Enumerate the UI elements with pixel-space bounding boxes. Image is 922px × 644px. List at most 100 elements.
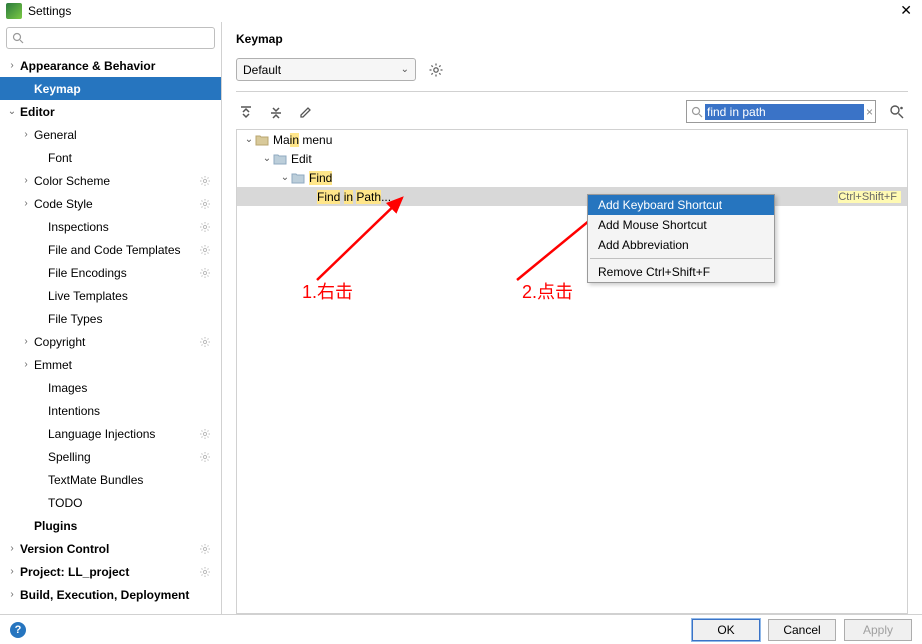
sidebar-item-language-injections[interactable]: Language Injections xyxy=(0,422,221,445)
sidebar-item-code-style[interactable]: ›Code Style xyxy=(0,192,221,215)
apply-button[interactable]: Apply xyxy=(844,619,912,641)
sidebar-item-label: General xyxy=(32,128,213,142)
gear-icon xyxy=(199,543,213,555)
sidebar-item-label: Inspections xyxy=(46,220,199,234)
sidebar-item-label: TextMate Bundles xyxy=(46,473,213,487)
sidebar-item-label: Images xyxy=(46,381,213,395)
menu-add-mouse-shortcut[interactable]: Add Mouse Shortcut xyxy=(588,215,774,235)
sidebar-tree: ›Appearance & BehaviorKeymap⌄Editor›Gene… xyxy=(0,54,221,614)
sidebar-item-project-ll-project[interactable]: ›Project: LL_project xyxy=(0,560,221,583)
sidebar-item-todo[interactable]: TODO xyxy=(0,491,221,514)
expand-all-button[interactable] xyxy=(236,102,256,122)
chevron-icon: › xyxy=(6,566,18,577)
chevron-down-icon: ⌄ xyxy=(261,153,273,164)
actions-search-input[interactable] xyxy=(705,104,864,120)
sidebar-item-font[interactable]: Font xyxy=(0,146,221,169)
sidebar-item-label: Build, Execution, Deployment xyxy=(18,588,213,602)
sidebar-item-build-execution-deployment[interactable]: ›Build, Execution, Deployment xyxy=(0,583,221,606)
pencil-icon xyxy=(299,105,313,119)
chevron-icon: › xyxy=(20,336,32,347)
gear-icon xyxy=(199,221,213,233)
sidebar-item-live-templates[interactable]: Live Templates xyxy=(0,284,221,307)
sidebar-item-keymap[interactable]: Keymap xyxy=(0,77,221,100)
menu-add-keyboard-shortcut[interactable]: Add Keyboard Shortcut xyxy=(588,195,774,215)
sidebar-item-plugins[interactable]: Plugins xyxy=(0,514,221,537)
sidebar-item-file-types[interactable]: File Types xyxy=(0,307,221,330)
gear-icon xyxy=(428,62,444,78)
chevron-icon: › xyxy=(20,359,32,370)
divider xyxy=(236,91,908,92)
tree-row-find-in-path[interactable]: Find in Path... Ctrl+Shift+F xyxy=(237,187,907,206)
sidebar-item-label: Font xyxy=(46,151,213,165)
gear-icon xyxy=(199,267,213,279)
ok-button[interactable]: OK xyxy=(692,619,760,641)
annotation-text-1: 1.右击 xyxy=(302,278,353,304)
sidebar-item-label: Live Templates xyxy=(46,289,213,303)
keymap-scheme-value: Default xyxy=(243,63,281,77)
sidebar-search-input[interactable] xyxy=(25,31,210,45)
sidebar-item-label: Copyright xyxy=(32,335,199,349)
sidebar-item-label: File Encodings xyxy=(46,266,199,280)
shortcut-label: Ctrl+Shift+F xyxy=(838,191,901,203)
cancel-button[interactable]: Cancel xyxy=(768,619,836,641)
chevron-down-icon: ⌄ xyxy=(279,172,291,183)
sidebar-item-emmet[interactable]: ›Emmet xyxy=(0,353,221,376)
sidebar-item-appearance-behavior[interactable]: ›Appearance & Behavior xyxy=(0,54,221,77)
sidebar-item-label: Intentions xyxy=(46,404,213,418)
sidebar-item-label: Editor xyxy=(18,105,213,119)
menu-add-abbreviation[interactable]: Add Abbreviation xyxy=(588,235,774,255)
sidebar-item-label: Emmet xyxy=(32,358,213,372)
window-title: Settings xyxy=(28,4,896,18)
sidebar-item-label: TODO xyxy=(46,496,213,510)
sidebar-item-label: Spelling xyxy=(46,450,199,464)
gear-icon xyxy=(199,244,213,256)
folder-icon xyxy=(291,171,305,185)
search-icon xyxy=(691,106,703,118)
search-icon xyxy=(11,31,25,45)
title-bar: Settings ✕ xyxy=(0,0,922,22)
tree-row-main-menu[interactable]: ⌄ Main menu xyxy=(237,130,907,149)
chevron-icon: ⌄ xyxy=(6,106,18,117)
sidebar-item-version-control[interactable]: ›Version Control xyxy=(0,537,221,560)
help-button[interactable]: ? xyxy=(10,622,26,638)
chevron-down-icon: ⌄ xyxy=(401,64,409,75)
sidebar-item-spelling[interactable]: Spelling xyxy=(0,445,221,468)
close-icon[interactable]: ✕ xyxy=(896,2,916,19)
keymap-scheme-select[interactable]: Default ⌄ xyxy=(236,58,416,81)
folder-icon xyxy=(255,133,269,147)
folder-icon xyxy=(273,152,287,166)
content-panel: Keymap Default ⌄ xyxy=(222,22,922,614)
clear-icon[interactable]: × xyxy=(864,105,875,119)
page-title: Keymap xyxy=(222,22,922,50)
sidebar-item-label: Keymap xyxy=(32,82,213,96)
edit-button[interactable] xyxy=(296,102,316,122)
sidebar-item-intentions[interactable]: Intentions xyxy=(0,399,221,422)
sidebar-search[interactable] xyxy=(6,27,215,49)
annotation-text-2: 2.点击 xyxy=(522,278,573,304)
gear-icon xyxy=(199,451,213,463)
sidebar-item-copyright[interactable]: ›Copyright xyxy=(0,330,221,353)
sidebar-item-editor[interactable]: ⌄Editor xyxy=(0,100,221,123)
sidebar-item-textmate-bundles[interactable]: TextMate Bundles xyxy=(0,468,221,491)
menu-remove-shortcut[interactable]: Remove Ctrl+Shift+F xyxy=(588,262,774,282)
actions-search[interactable]: × xyxy=(686,100,876,123)
tree-row-edit[interactable]: ⌄ Edit xyxy=(237,149,907,168)
dialog-footer: ? OK Cancel Apply xyxy=(0,614,922,644)
tree-row-find[interactable]: ⌄ Find xyxy=(237,168,907,187)
sidebar-item-label: Project: LL_project xyxy=(18,565,199,579)
sidebar-item-images[interactable]: Images xyxy=(0,376,221,399)
chevron-icon: › xyxy=(20,198,32,209)
find-by-shortcut-button[interactable] xyxy=(886,101,908,123)
gear-icon xyxy=(199,566,213,578)
chevron-down-icon: ⌄ xyxy=(243,134,255,145)
menu-separator xyxy=(590,258,772,259)
sidebar-item-general[interactable]: ›General xyxy=(0,123,221,146)
keymap-gear-button[interactable] xyxy=(426,60,446,80)
sidebar-item-file-and-code-templates[interactable]: File and Code Templates xyxy=(0,238,221,261)
sidebar-item-color-scheme[interactable]: ›Color Scheme xyxy=(0,169,221,192)
sidebar-item-inspections[interactable]: Inspections xyxy=(0,215,221,238)
collapse-all-button[interactable] xyxy=(266,102,286,122)
sidebar-item-label: Color Scheme xyxy=(32,174,199,188)
sidebar-item-file-encodings[interactable]: File Encodings xyxy=(0,261,221,284)
find-icon xyxy=(889,104,905,120)
